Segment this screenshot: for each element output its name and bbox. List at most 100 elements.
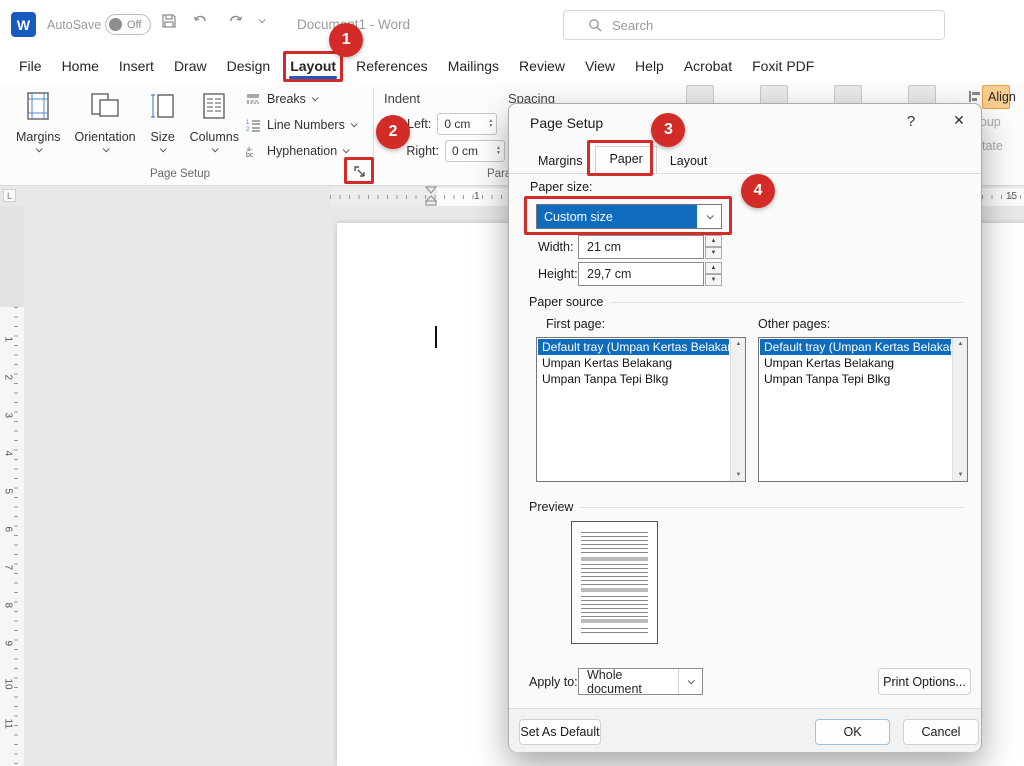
set-as-default-label: Set As Default: [520, 725, 599, 739]
page-setup-group-buttons: Margins Orientation Size: [12, 87, 243, 154]
hyphenation-chevron-icon: [343, 146, 350, 153]
indent-left-input[interactable]: 0 cm ▲▼: [437, 113, 497, 135]
hyphenation-button[interactable]: a-bc Hyphenation: [244, 142, 356, 159]
size-icon: [150, 91, 176, 126]
document-title: Document1 - Word: [297, 17, 410, 32]
ok-label: OK: [843, 725, 861, 739]
tab-insert[interactable]: Insert: [118, 54, 155, 78]
dropdown-chevron-icon[interactable]: [678, 669, 702, 694]
quick-access-toolbar: [160, 12, 264, 29]
dialog-tab-margins[interactable]: Margins: [525, 149, 595, 173]
spin-up-icon: ▲: [705, 235, 722, 247]
apply-to-dropdown[interactable]: Whole document: [578, 668, 703, 695]
tab-help[interactable]: Help: [634, 54, 665, 78]
scroll-up-icon[interactable]: ▲: [953, 341, 968, 347]
page-setup-dialog-launcher[interactable]: 2: [352, 164, 369, 181]
vertical-ruler[interactable]: 1 2 3 4 5 6 7 8 9 10 11: [0, 207, 24, 766]
size-button[interactable]: Size: [146, 87, 180, 154]
list-item[interactable]: Umpan Tanpa Tepi Blkg: [538, 371, 729, 387]
tab-design[interactable]: Design: [226, 54, 272, 78]
list-item-selected[interactable]: Default tray (Umpan Kertas Belakang): [538, 339, 729, 355]
height-input[interactable]: 29,7 cm: [578, 262, 704, 286]
other-pages-listbox[interactable]: Default tray (Umpan Kertas Belakang) Ump…: [758, 337, 968, 482]
size-label: Size: [150, 130, 174, 144]
tab-view[interactable]: View: [584, 54, 616, 78]
tab-mailings[interactable]: Mailings: [447, 54, 500, 78]
word-logo-icon[interactable]: W: [11, 12, 36, 37]
autosave-toggle[interactable]: Off: [105, 14, 151, 35]
scrollbar[interactable]: ▲ ▼: [952, 338, 967, 481]
preview-label: Preview: [529, 500, 573, 514]
page-setup-group-label: Page Setup: [120, 168, 240, 180]
scrollbar[interactable]: ▲ ▼: [730, 338, 745, 481]
dialog-tab-layout[interactable]: Layout: [657, 149, 721, 173]
columns-label: Columns: [190, 130, 239, 144]
first-page-label: First page:: [546, 317, 605, 331]
print-options-button[interactable]: Print Options...: [878, 668, 971, 695]
tab-stop-selector[interactable]: L: [3, 189, 16, 202]
search-input[interactable]: [612, 18, 892, 33]
width-input[interactable]: 21 cm: [578, 235, 704, 259]
set-as-default-button[interactable]: Set As Default: [519, 719, 601, 745]
hyphenation-icon: a-bc: [244, 142, 261, 159]
save-icon[interactable]: [160, 12, 177, 29]
ok-button[interactable]: OK: [815, 719, 890, 745]
margins-button[interactable]: Margins: [12, 87, 64, 154]
tab-file[interactable]: File: [18, 54, 43, 78]
active-tab-underline: [289, 76, 337, 79]
orientation-button[interactable]: Orientation: [70, 87, 139, 154]
scroll-up-icon[interactable]: ▲: [731, 341, 746, 347]
spin-arrows-icon[interactable]: ▲▼: [496, 146, 501, 156]
list-item[interactable]: Umpan Tanpa Tepi Blkg: [760, 371, 951, 387]
title-bar: W AutoSave Off Document1 - Word: [0, 0, 1024, 50]
redo-icon[interactable]: [226, 12, 243, 29]
tab-foxit-pdf[interactable]: Foxit PDF: [751, 54, 815, 78]
list-item[interactable]: Umpan Kertas Belakang: [760, 355, 951, 371]
search-icon: [586, 17, 603, 34]
line-numbers-label: Line Numbers: [267, 118, 345, 132]
text-cursor: [435, 326, 437, 348]
dialog-tab-strip: Margins Paper 3 Layout: [525, 148, 720, 173]
toggle-knob-icon: [109, 18, 122, 31]
scroll-down-icon[interactable]: ▼: [731, 472, 746, 478]
search-box[interactable]: [563, 10, 945, 40]
line-numbers-chevron-icon: [350, 120, 357, 127]
line-numbers-button[interactable]: 12 Line Numbers: [244, 116, 356, 133]
spin-arrows-icon[interactable]: ▲▼: [488, 119, 493, 129]
height-spinner[interactable]: ▲▼: [705, 262, 722, 286]
list-item[interactable]: Umpan Kertas Belakang: [538, 355, 729, 371]
tab-references[interactable]: References: [355, 54, 429, 78]
ruler-number: 3: [3, 413, 14, 425]
cancel-button[interactable]: Cancel: [903, 719, 979, 745]
undo-icon[interactable]: [193, 12, 210, 29]
dialog-tab-paper[interactable]: Paper 3: [595, 146, 656, 173]
dropdown-chevron-icon[interactable]: [697, 205, 721, 228]
tab-review[interactable]: Review: [518, 54, 566, 78]
breaks-button[interactable]: Breaks: [244, 90, 356, 107]
tab-layout[interactable]: Layout 1: [289, 54, 337, 78]
annotation-step-3: 3: [651, 113, 685, 147]
first-page-listbox[interactable]: Default tray (Umpan Kertas Belakang) Ump…: [536, 337, 746, 482]
paper-size-dropdown[interactable]: Custom size 4: [536, 204, 722, 229]
indent-left-row: Left: 0 cm ▲▼: [384, 113, 497, 135]
paper-source-label: Paper source: [529, 295, 603, 309]
tab-draw[interactable]: Draw: [173, 54, 208, 78]
help-icon[interactable]: ?: [901, 113, 921, 130]
orientation-icon: [88, 91, 122, 126]
customize-qat-chevron-icon[interactable]: [259, 16, 266, 23]
horizontal-ruler[interactable]: 1: [330, 188, 508, 206]
horizontal-ruler-right[interactable]: 14 15: [982, 188, 1024, 206]
group-separator: [373, 88, 374, 178]
autosave-label: AutoSave: [47, 18, 101, 32]
tab-home[interactable]: Home: [61, 54, 100, 78]
width-spinner[interactable]: ▲▼: [705, 235, 722, 259]
scroll-down-icon[interactable]: ▼: [953, 472, 968, 478]
tab-acrobat[interactable]: Acrobat: [683, 54, 733, 78]
width-value: 21 cm: [587, 240, 621, 254]
indent-right-input[interactable]: 0 cm ▲▼: [445, 140, 505, 162]
close-icon[interactable]: ✕: [947, 112, 971, 129]
list-item-selected[interactable]: Default tray (Umpan Kertas Belakang): [760, 339, 951, 355]
columns-button[interactable]: Columns: [186, 87, 243, 154]
align-label: Align: [988, 90, 1016, 104]
indent-right-value: 0 cm: [452, 144, 478, 158]
